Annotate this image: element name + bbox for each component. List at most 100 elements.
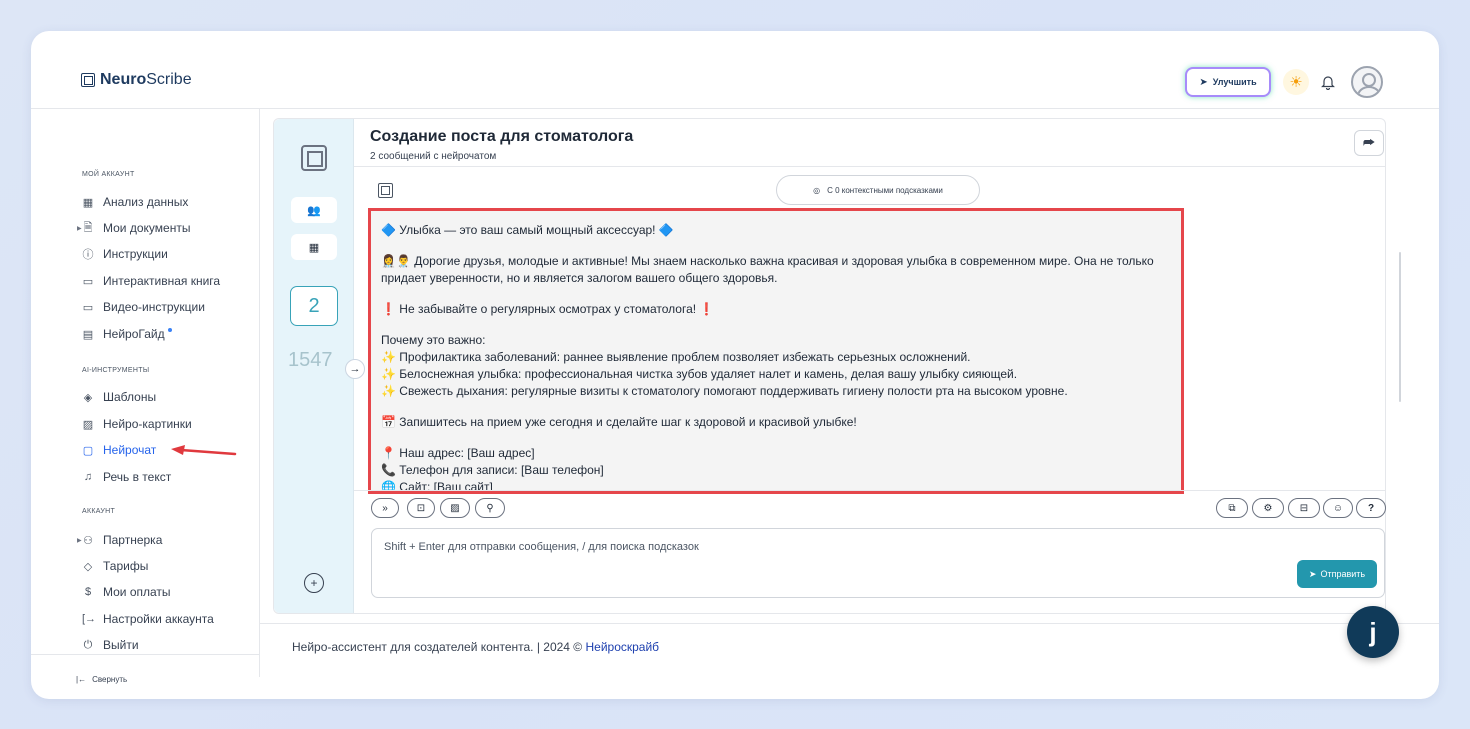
- headphones-icon: ♫: [83, 471, 93, 483]
- chat-title: Создание поста для стоматолога: [370, 128, 634, 145]
- send-button[interactable]: ➤ Отправить: [1297, 560, 1377, 588]
- upgrade-button[interactable]: ➤ Улучшить: [1187, 69, 1269, 95]
- chat-panel: 👥 ▦ 2 1547 + → Создание поста для стомат…: [273, 118, 1401, 614]
- new-badge-dot: [167, 328, 172, 332]
- chat-subtitle: 2 сообщений с нейрочатом: [370, 151, 497, 162]
- save-tool-button[interactable]: ⊡: [407, 498, 435, 518]
- message-line: Почему это важно:: [381, 333, 486, 347]
- help-button[interactable]: ?: [1356, 498, 1386, 518]
- rocket-icon: ➤: [1199, 76, 1208, 88]
- caret-right-icon: ▶: [77, 225, 82, 232]
- settings-tool-button[interactable]: ⚙: [1252, 498, 1284, 518]
- sidebar-item-interactive-book[interactable]: ▭ Интерактивная книга: [82, 272, 220, 290]
- layout-icon: ⊟: [1299, 502, 1309, 514]
- send-icon: ➤: [1308, 568, 1317, 579]
- grid-icon: ▦: [308, 241, 320, 254]
- share-icon: ⮫: [1362, 135, 1376, 150]
- users-icon: 👥: [307, 204, 321, 217]
- settings-icon: [→: [82, 613, 97, 625]
- message-line: 🌐 Сайт: [Ваш сайт]: [381, 480, 493, 494]
- input-divider: [354, 490, 1385, 491]
- logo-icon: [81, 73, 95, 87]
- share-button[interactable]: ⮫: [1354, 130, 1384, 156]
- message-paragraph: 👩‍⚕️👨‍⚕️ Дорогие друзья, молодые и актив…: [381, 254, 1154, 285]
- arrow-right-icon: →: [349, 363, 361, 375]
- sidebar-item-neuroguide[interactable]: ▤ НейроГайд: [82, 325, 172, 343]
- message-paragraph: ❗ Не забывайте о регулярных осмотрах у с…: [381, 302, 715, 316]
- collapse-tool-button[interactable]: »: [371, 498, 399, 518]
- chat-scrollbar[interactable]: [1399, 252, 1401, 402]
- sidebar-item-data-analysis[interactable]: ▦ Анализ данных: [82, 193, 189, 211]
- logo[interactable]: NeuroScribe: [81, 71, 192, 89]
- power-icon: ⏻: [83, 638, 93, 651]
- bot-tool-button[interactable]: ☺: [1323, 498, 1353, 518]
- users-button[interactable]: 👥: [291, 197, 337, 223]
- sidebar-item-payments[interactable]: $ Мои оплаты: [82, 583, 171, 601]
- document-icon: 🗎: [83, 221, 93, 234]
- image-icon: ▨: [450, 502, 460, 514]
- sidebar-item-video-instructions[interactable]: ▭ Видео-инструкции: [82, 298, 205, 316]
- sidebar-item-logout[interactable]: ⏻ Выйти: [82, 636, 139, 654]
- sidebar-item-partners[interactable]: ▶ ⚇ Партнерка: [77, 531, 162, 549]
- magic-tool-button[interactable]: ⚲: [475, 498, 505, 518]
- guide-icon: ▤: [82, 328, 94, 341]
- theme-toggle-sun-icon[interactable]: ☀: [1283, 69, 1309, 95]
- bell-icon[interactable]: [1317, 71, 1339, 93]
- sidebar-item-tariffs[interactable]: ◇ Тарифы: [82, 557, 149, 575]
- token-count: 1547: [288, 349, 333, 371]
- plugin-tool-button[interactable]: ⧉: [1216, 498, 1248, 518]
- assistant-avatar-icon: [378, 183, 393, 198]
- message-input-placeholder: Shift + Enter для отправки сообщения, / …: [384, 541, 699, 553]
- message-line: 📞 Телефон для записи: [Ваш телефон]: [381, 463, 604, 477]
- message-line: ✨ Свежесть дыхания: регулярные визиты к …: [381, 384, 1068, 398]
- chat-logo-icon: [301, 145, 327, 171]
- message-input[interactable]: Shift + Enter для отправки сообщения, / …: [371, 528, 1385, 598]
- message-count: 2: [290, 286, 338, 326]
- puzzle-icon: ⧉: [1228, 502, 1236, 514]
- message-line: 📍 Наш адрес: [Ваш адрес]: [381, 446, 535, 460]
- sidebar-item-instructions[interactable]: ⓘ Инструкции: [82, 245, 168, 263]
- footer: Нейро-ассистент для создателей контента.…: [292, 640, 660, 654]
- sidebar-item-templates[interactable]: ◈ Шаблоны: [82, 388, 156, 406]
- dollar-icon: $: [84, 586, 92, 598]
- message-line: ✨ Белоснежная улыбка: профессиональная ч…: [381, 367, 1018, 381]
- expand-arrow-button[interactable]: →: [345, 359, 365, 379]
- sidebar-item-neuro-images[interactable]: ▨ Нейро-картинки: [82, 415, 192, 433]
- help-icon: ⓘ: [82, 249, 94, 261]
- avatar[interactable]: [1351, 66, 1383, 98]
- chevrons-down-icon: »: [382, 502, 388, 514]
- chat-icon: ▢: [82, 444, 94, 457]
- layout-tool-button[interactable]: ⊟: [1288, 498, 1320, 518]
- collapse-button[interactable]: |← Свернуть: [76, 675, 127, 684]
- footer-link[interactable]: Нейроскрайб: [585, 640, 659, 654]
- sidebar: МОЙ АККАУНТ ▦ Анализ данных ▶ 🗎 Мои доку…: [31, 109, 259, 699]
- robot-icon: ☺: [1332, 502, 1344, 514]
- caret-right-icon: ▶: [77, 537, 82, 544]
- context-hints-pill[interactable]: ◎ С 0 контекстными подсказками: [776, 175, 980, 205]
- collapse-icon: |←: [76, 675, 87, 684]
- sidebar-item-neurochat[interactable]: ▢ Нейрочат: [82, 441, 157, 459]
- top-bar: NeuroScribe ➤ Улучшить ☀: [31, 31, 1439, 109]
- image-icon: ▨: [82, 418, 94, 431]
- message-paragraph: 🔷 Улыбка — это ваш самый мощный аксессуа…: [381, 223, 674, 237]
- grid-button[interactable]: ▦: [291, 234, 337, 260]
- sidebar-item-speech-to-text[interactable]: ♫ Речь в текст: [82, 468, 171, 486]
- add-chat-button[interactable]: +: [304, 573, 324, 593]
- image-tool-button[interactable]: ▨: [440, 498, 470, 518]
- grid-icon: ▦: [82, 196, 94, 209]
- plus-icon: +: [310, 576, 318, 590]
- sidebar-divider: [259, 109, 260, 677]
- sidebar-item-account-settings[interactable]: [→ Настройки аккаунта: [82, 610, 214, 628]
- section-title-ai-tools: AI-ИНСТРУМЕНТЫ: [82, 367, 150, 374]
- support-chat-button[interactable]: j: [1347, 606, 1399, 658]
- sidebar-item-my-documents[interactable]: ▶ 🗎 Мои документы: [77, 219, 190, 237]
- chat-header-divider: [354, 166, 1385, 167]
- gear-icon: ⚙: [1263, 502, 1273, 514]
- message-line: ✨ Профилактика заболеваний: раннее выявл…: [381, 350, 971, 364]
- book-icon: ▭: [82, 275, 94, 288]
- sidebar-footer: |← Свернуть: [31, 654, 259, 699]
- section-title-my-account: МОЙ АККАУНТ: [82, 171, 135, 178]
- red-arrow-annotation: [171, 445, 237, 456]
- magic-wand-icon: ⚲: [486, 502, 494, 514]
- tag-icon: ◇: [83, 560, 93, 573]
